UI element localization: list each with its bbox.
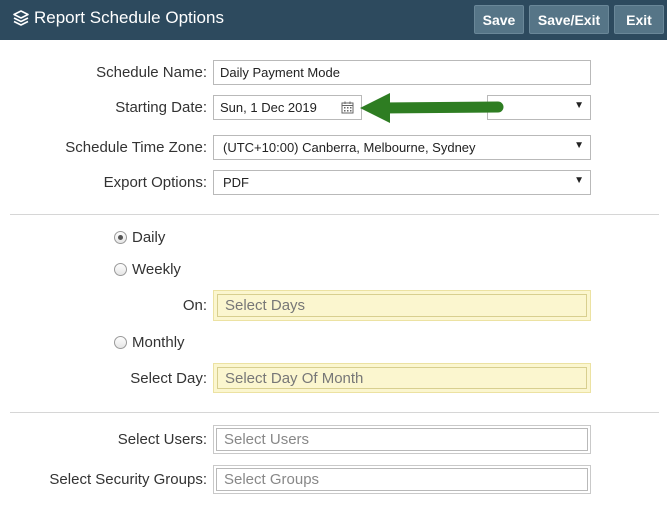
on-label: On: <box>182 297 207 314</box>
divider <box>10 214 659 215</box>
save-button[interactable]: Save <box>474 5 524 34</box>
security-groups-label: Select Security Groups: <box>49 471 207 488</box>
green-arrow-icon <box>358 92 506 131</box>
page-title-text: Report Schedule Options <box>34 8 224 27</box>
select-day-label: Select Day: <box>130 370 207 387</box>
daily-option[interactable]: Daily <box>114 229 165 246</box>
weekly-radio[interactable] <box>114 263 127 276</box>
export-options-value: PDF <box>223 175 249 190</box>
time-zone-select[interactable]: (UTC+10:00) Canberra, Melbourne, Sydney … <box>213 135 591 160</box>
chevron-down-icon: ▼ <box>574 100 584 111</box>
monthly-label: Monthly <box>132 334 185 351</box>
select-days-input[interactable]: Select Days <box>217 294 587 317</box>
daily-label: Daily <box>132 229 166 246</box>
daily-radio[interactable] <box>114 231 127 244</box>
select-groups-input[interactable]: Select Groups <box>216 468 588 491</box>
layers-icon <box>12 9 30 27</box>
select-groups-field[interactable]: Select Groups <box>213 465 591 494</box>
chevron-down-icon: ▼ <box>574 175 584 186</box>
starting-date-value: Sun, 1 Dec 2019 <box>220 100 317 115</box>
monthly-radio[interactable] <box>114 336 127 349</box>
starting-date-label: Starting Date: <box>115 99 207 116</box>
exit-button[interactable]: Exit <box>614 5 664 34</box>
time-zone-value: (UTC+10:00) Canberra, Melbourne, Sydney <box>223 140 476 155</box>
select-day-field[interactable]: Select Day Of Month <box>213 363 591 393</box>
select-users-field[interactable]: Select Users <box>213 425 591 454</box>
schedule-name-input[interactable]: Daily Payment Mode <box>213 60 591 85</box>
export-options-select[interactable]: PDF ▼ <box>213 170 591 195</box>
header-bar: Report Schedule Options Save Save/Exit E… <box>0 0 667 40</box>
monthly-option[interactable]: Monthly <box>114 334 185 351</box>
weekly-option[interactable]: Weekly <box>114 261 181 278</box>
weekly-label: Weekly <box>132 261 181 278</box>
select-users-label: Select Users: <box>117 431 207 448</box>
select-days-field[interactable]: Select Days <box>213 290 591 321</box>
select-users-input[interactable]: Select Users <box>216 428 588 451</box>
schedule-name-label: Schedule Name: <box>96 64 207 81</box>
export-options-label: Export Options: <box>103 174 207 191</box>
divider <box>10 412 659 413</box>
chevron-down-icon: ▼ <box>574 140 584 151</box>
starting-date-input[interactable]: Sun, 1 Dec 2019 <box>213 95 362 120</box>
page-title: Report Schedule Options <box>12 8 224 28</box>
save-exit-button[interactable]: Save/Exit <box>529 5 609 34</box>
time-zone-label: Schedule Time Zone: <box>65 139 207 156</box>
calendar-icon[interactable] <box>341 101 354 117</box>
select-day-input[interactable]: Select Day Of Month <box>217 367 587 389</box>
